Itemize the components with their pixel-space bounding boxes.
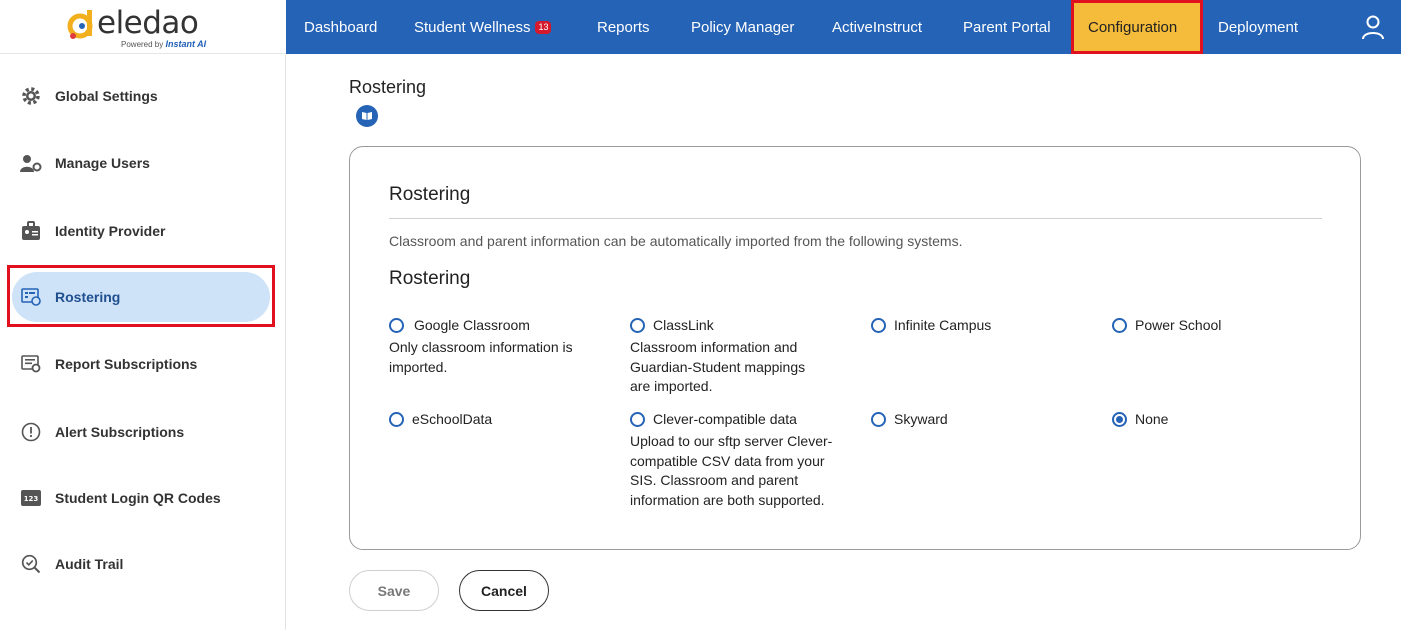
card-description: Classroom and parent information can be … xyxy=(389,233,963,249)
sidebar-item-identity-provider[interactable]: Identity Provider xyxy=(12,206,270,256)
option-label: Skyward xyxy=(894,411,948,427)
nav-policy-manager[interactable]: Policy Manager xyxy=(691,0,794,54)
radio-google-classroom[interactable]: Google Classroom xyxy=(389,317,530,333)
id-badge-icon xyxy=(20,220,42,242)
option-label: eSchoolData xyxy=(412,411,493,427)
option-label: None xyxy=(1135,411,1169,427)
radio-button-checked[interactable] xyxy=(1112,411,1127,427)
sidebar-item-label: Manage Users xyxy=(55,155,150,171)
top-navigation: Dashboard Student Wellness 13 Reports Pol… xyxy=(286,0,1401,54)
option-description: Upload to our sftp server Clever- compat… xyxy=(630,433,833,508)
card-title: Rostering xyxy=(389,184,471,205)
radio-button[interactable] xyxy=(871,317,886,333)
users-gear-icon xyxy=(20,152,42,174)
radio-button[interactable] xyxy=(389,411,404,427)
option-description: Classroom information and Guardian-Stude… xyxy=(630,339,806,394)
radio-button[interactable] xyxy=(1112,317,1127,333)
sidebar-item-audit-trail[interactable]: Audit Trail xyxy=(12,539,270,589)
sidebar-item-label: Report Subscriptions xyxy=(55,356,198,372)
svg-text:123: 123 xyxy=(24,495,39,503)
radio-infinite-campus[interactable]: Infinite Campus xyxy=(871,317,991,333)
option-label: Infinite Campus xyxy=(894,317,992,333)
radio-button[interactable] xyxy=(630,317,645,333)
divider xyxy=(389,218,1322,219)
user-profile-icon[interactable] xyxy=(1361,14,1385,40)
nav-deployment[interactable]: Deployment xyxy=(1218,0,1298,54)
nav-activeinstruct[interactable]: ActiveInstruct xyxy=(832,0,922,54)
option-label: Clever-compatible data xyxy=(653,411,797,427)
sidebar-item-global-settings[interactable]: Global Settings xyxy=(12,71,270,121)
brand-logo: eledao Powered by Instant AI xyxy=(63,3,223,51)
radio-power-school[interactable]: Power School xyxy=(1112,317,1221,333)
alert-circle-icon xyxy=(20,421,42,443)
radio-skyward[interactable]: Skyward xyxy=(871,411,948,427)
number-123-icon: 123 xyxy=(20,487,42,509)
nav-parent-portal[interactable]: Parent Portal xyxy=(963,0,1051,54)
report-gear-icon xyxy=(20,353,42,375)
notification-badge: 13 xyxy=(535,20,552,34)
option-label: Power School xyxy=(1135,317,1222,333)
sidebar-item-label: Global Settings xyxy=(55,88,158,104)
radio-clever-compatible-data[interactable]: Clever-compatible data xyxy=(630,411,797,427)
radio-button[interactable] xyxy=(389,317,404,333)
gear-icon xyxy=(20,85,42,107)
sidebar-item-student-login-qr-codes[interactable]: 123 Student Login QR Codes xyxy=(12,473,270,523)
radio-classlink[interactable]: ClassLink xyxy=(630,317,714,333)
save-button[interactable]: Save xyxy=(349,570,439,611)
sidebar-item-label: Alert Subscriptions xyxy=(55,424,185,440)
radio-button[interactable] xyxy=(871,411,886,427)
brand-name: eledao xyxy=(97,4,199,41)
sidebar-item-label: Student Login QR Codes xyxy=(55,490,221,506)
option-description: Only classroom information is imported. xyxy=(389,339,573,375)
powered-by: Powered by Instant AI xyxy=(121,38,207,49)
nav-reports[interactable]: Reports xyxy=(597,0,650,54)
rostering-highlight-box xyxy=(7,265,275,327)
eledao-logo-icon xyxy=(67,9,93,39)
page-title: Rostering xyxy=(349,77,427,97)
cancel-button[interactable]: Cancel xyxy=(459,570,549,611)
section-title: Rostering xyxy=(389,268,471,289)
sidebar-item-alert-subscriptions[interactable]: Alert Subscriptions xyxy=(12,407,270,457)
nav-dashboard[interactable]: Dashboard xyxy=(304,0,377,54)
option-label: ClassLink xyxy=(653,317,714,333)
sidebar-item-label: Audit Trail xyxy=(55,556,124,572)
nav-student-wellness[interactable]: Student Wellness 13 xyxy=(414,0,552,54)
logo-area[interactable]: eledao Powered by Instant AI xyxy=(0,0,286,54)
radio-button[interactable] xyxy=(630,411,645,427)
rostering-card: Rostering Classroom and parent informati… xyxy=(349,146,1361,550)
sidebar: Global Settings Manage Users Identity Pr… xyxy=(0,55,286,630)
search-check-icon xyxy=(20,553,42,575)
radio-eschooldata[interactable]: eSchoolData xyxy=(389,411,492,427)
sidebar-item-report-subscriptions[interactable]: Report Subscriptions xyxy=(12,339,270,389)
sidebar-item-label: Identity Provider xyxy=(55,223,166,239)
radio-none[interactable]: None xyxy=(1112,411,1168,427)
nav-configuration[interactable]: Configuration xyxy=(1071,0,1203,54)
option-label: Google Classroom xyxy=(414,317,530,333)
sidebar-item-manage-users[interactable]: Manage Users xyxy=(12,138,270,188)
book-icon[interactable] xyxy=(356,105,378,127)
